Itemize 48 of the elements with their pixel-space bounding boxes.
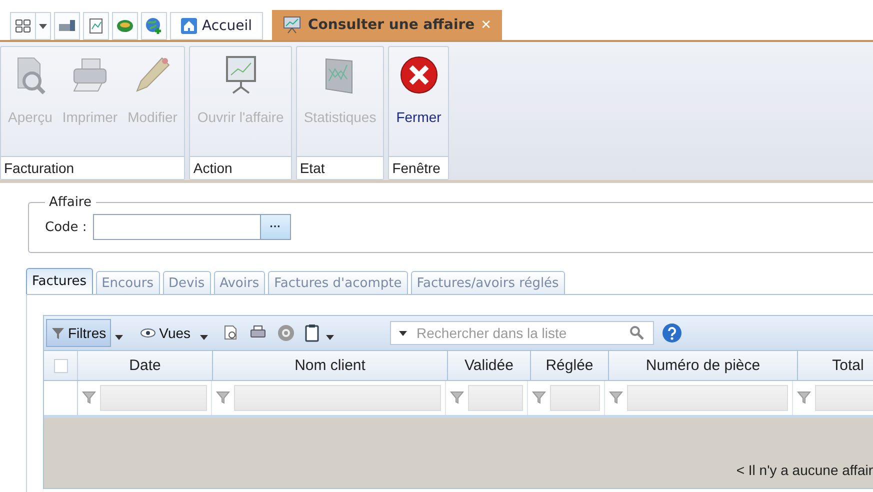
- filter-icon[interactable]: [82, 390, 98, 406]
- filters-button[interactable]: Filtres: [46, 319, 112, 347]
- filter-field[interactable]: [468, 385, 523, 411]
- ribbon-button[interactable]: Fermer: [391, 47, 446, 156]
- document-tab[interactable]: Consulter une affaire ✕: [272, 10, 502, 40]
- filter-field[interactable]: [815, 385, 873, 411]
- code-field[interactable]: [92, 214, 261, 240]
- filter-icon[interactable]: [609, 390, 625, 406]
- browse-button[interactable]: ···: [260, 214, 291, 240]
- views-button[interactable]: Vues: [135, 319, 196, 347]
- grid-icon[interactable]: [11, 13, 35, 39]
- dropdown-icon[interactable]: [398, 331, 407, 336]
- home-tab[interactable]: Accueil: [170, 12, 263, 40]
- document-tab-title: Consulter une affaire: [308, 17, 475, 33]
- empty-message: < Il n'y a aucune affair: [736, 462, 873, 478]
- column-header[interactable]: Réglée: [531, 351, 609, 380]
- search-field[interactable]: Rechercher dans la liste: [390, 321, 654, 345]
- search-icon[interactable]: [630, 326, 644, 340]
- filter-icon[interactable]: [797, 390, 813, 406]
- close-icon: [398, 55, 439, 95]
- home-icon: [181, 18, 197, 34]
- funnel-icon: [51, 326, 65, 340]
- tab[interactable]: Factures: [26, 268, 93, 294]
- ribbon-group-label: Facturation: [1, 156, 184, 179]
- group-legend: Affaire: [45, 195, 96, 210]
- filter-field[interactable]: [627, 385, 788, 411]
- filter-field[interactable]: [234, 385, 441, 411]
- code-label: Code :: [45, 220, 87, 234]
- dropdown-icon[interactable]: [35, 13, 50, 39]
- column-header[interactable]: Numéro de pièce: [609, 351, 798, 380]
- filter-field[interactable]: [100, 385, 207, 411]
- select-all-checkbox[interactable]: [54, 358, 68, 372]
- presentation-icon: [282, 16, 302, 34]
- column-header[interactable]: Nom client: [213, 351, 448, 380]
- ribbon-group-label: Etat: [296, 156, 384, 179]
- column-header[interactable]: Total: [798, 351, 873, 380]
- filter-field[interactable]: [550, 385, 600, 411]
- chart-icon[interactable]: [83, 12, 109, 40]
- filter-icon[interactable]: [532, 390, 548, 406]
- globe-icon[interactable]: [141, 12, 167, 40]
- ribbon-group-label: Action: [190, 156, 291, 179]
- filter-icon[interactable]: [216, 390, 232, 406]
- eye-icon: [140, 328, 156, 338]
- column-header[interactable]: Validée: [448, 351, 531, 380]
- filter-icon[interactable]: [450, 390, 466, 406]
- column-header[interactable]: Date: [78, 351, 213, 380]
- ribbon-group-label: Fenêtre: [389, 156, 448, 179]
- help-icon[interactable]: [662, 323, 682, 343]
